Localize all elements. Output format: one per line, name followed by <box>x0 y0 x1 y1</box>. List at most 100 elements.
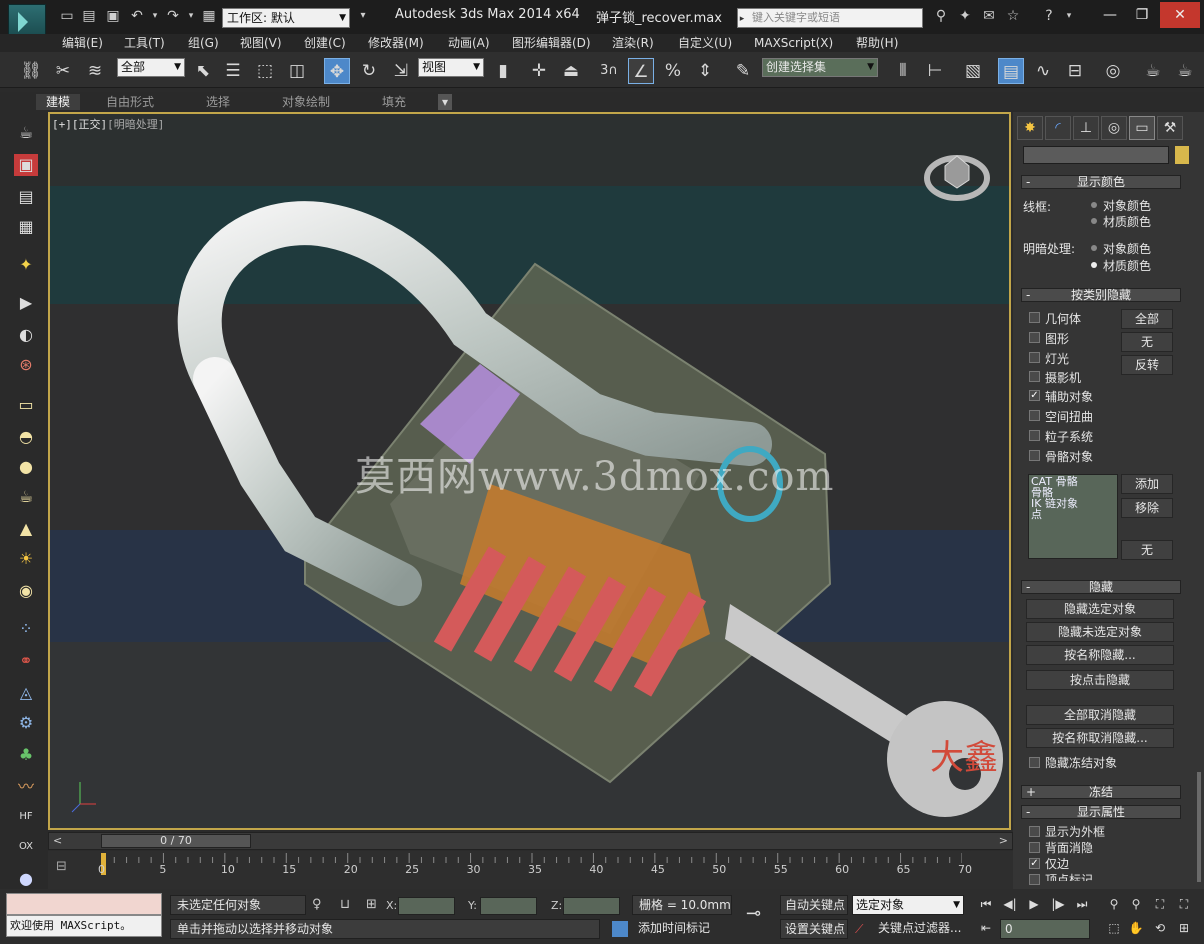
list-icon[interactable]: ▤ <box>14 186 38 208</box>
add-button[interactable]: 添加 <box>1121 474 1173 494</box>
maxscript-input[interactable] <box>6 893 162 915</box>
wireframe-material-radio[interactable] <box>1091 218 1097 224</box>
rollout-hide[interactable]: - 隐藏 <box>1021 580 1181 594</box>
tab-populate[interactable]: 填充 <box>382 94 406 110</box>
play-icon[interactable]: ▶ <box>1024 895 1044 913</box>
pivot-center-icon[interactable]: ▮ <box>490 58 516 84</box>
save-file-icon[interactable]: ▣ <box>104 8 122 24</box>
tab-selection[interactable]: 选择 <box>206 94 230 110</box>
menu-tools[interactable]: 工具(T) <box>124 34 165 52</box>
film-icon[interactable]: ⊛ <box>14 354 38 376</box>
ox-icon[interactable]: OX <box>14 836 38 858</box>
object-color-swatch[interactable] <box>1175 146 1189 164</box>
zoom-region-icon[interactable]: ⬚ <box>1104 919 1124 937</box>
teapot-shape-icon[interactable]: ☕ <box>14 486 38 508</box>
time-slider-next-icon[interactable]: > <box>999 834 1008 847</box>
list-item[interactable]: 点 <box>1031 509 1115 520</box>
window-crossing-icon[interactable]: ◫ <box>284 58 310 84</box>
snaps-toggle-icon[interactable]: 3∩ <box>596 58 622 84</box>
prev-frame-icon[interactable]: ◀| <box>1000 895 1020 913</box>
shaded-object-radio[interactable] <box>1091 245 1097 251</box>
go-to-end-icon[interactable]: ⏭ <box>1072 895 1092 913</box>
hide-by-hit-button[interactable]: 按点击隐藏 <box>1026 670 1174 690</box>
menu-create[interactable]: 创建(C) <box>304 34 346 52</box>
sphere-half-icon[interactable]: ◐ <box>14 324 38 346</box>
communication-icon[interactable]: ✉ <box>980 8 998 24</box>
undo-icon[interactable]: ↶ <box>128 8 146 24</box>
add-time-tag-button[interactable]: 添加时间标记 <box>632 919 732 939</box>
rollout-freeze[interactable]: + 冻结 <box>1021 785 1181 799</box>
set-key-button[interactable]: 设置关键点 <box>780 919 848 939</box>
checkbox-shapes[interactable] <box>1029 332 1040 343</box>
time-slider-prev-icon[interactable]: < <box>53 834 62 847</box>
time-slider[interactable]: 0 / 70 <box>101 834 251 848</box>
selection-filter-select[interactable]: 全部 ▼ <box>117 58 185 77</box>
keyboard-shortcut-icon[interactable]: ⏏ <box>558 58 584 84</box>
plant-icon[interactable]: ♣ <box>14 744 38 766</box>
track-bar[interactable]: ⊟ 0 5 10 15 20 25 30 35 40 45 50 55 60 65 70 <box>48 851 1013 889</box>
help-dropdown-icon[interactable]: ▾ <box>1060 8 1078 24</box>
grid-icon[interactable]: ▦ <box>14 216 38 238</box>
hide-by-name-button[interactable]: 按名称隐藏... <box>1026 645 1174 665</box>
unlink-icon[interactable]: ✂ <box>50 58 76 84</box>
key-mode-toggle-icon[interactable]: ⇤ <box>976 919 996 937</box>
schematic-view-icon[interactable]: ⊟ <box>1062 58 1088 84</box>
zoom-all-icon[interactable]: ⚲ <box>1126 895 1146 913</box>
z-coordinate-field[interactable] <box>563 897 620 915</box>
rect-selection-icon[interactable]: ⬚ <box>252 58 278 84</box>
camera-icon[interactable]: ▶ <box>14 292 38 314</box>
select-move-icon[interactable]: ✥ <box>324 58 350 84</box>
tab-modeling[interactable]: 建模 <box>36 94 81 110</box>
scene-explorer-icon[interactable]: ▤ <box>998 58 1024 84</box>
go-to-start-icon[interactable]: ⏮ <box>976 895 996 913</box>
checkbox-hide-frozen[interactable] <box>1029 757 1040 768</box>
checkbox-vertex-ticks[interactable] <box>1029 874 1040 885</box>
checkbox-cameras[interactable] <box>1029 371 1040 382</box>
invert-button[interactable]: 反转 <box>1121 355 1173 375</box>
tab-freeform[interactable]: 自由形式 <box>106 94 154 110</box>
undo-dropdown-icon[interactable]: ▾ <box>146 8 164 24</box>
auto-key-button[interactable]: 自动关键点 <box>780 895 848 915</box>
x-coordinate-field[interactable] <box>398 897 455 915</box>
new-file-icon[interactable]: ▭ <box>58 8 76 24</box>
motion-tab-icon[interactable]: ◎ <box>1101 116 1127 140</box>
search-input[interactable]: 键入关键字或短语 <box>737 8 923 28</box>
cone-icon[interactable]: ▲ <box>14 518 38 540</box>
viewport-front[interactable]: 大鑫 [+][正交][明暗处理] 莫西网www.3dmox.com <box>48 112 1011 830</box>
hierarchy-tab-icon[interactable]: ⊥ <box>1073 116 1099 140</box>
favorites-star-icon[interactable]: ☆ <box>1004 8 1022 24</box>
reference-coordinate-select[interactable]: 视图 ▼ <box>418 58 484 77</box>
menu-customize[interactable]: 自定义(U) <box>678 34 732 52</box>
menu-animation[interactable]: 动画(A) <box>448 34 490 52</box>
key-icon[interactable]: ⊸ <box>746 903 761 924</box>
curve-editor-icon[interactable]: ∿ <box>1030 58 1056 84</box>
spinner-snap-icon[interactable]: ⇕ <box>692 58 718 84</box>
align-icon[interactable]: ⊢ <box>922 58 948 84</box>
viewcube-icon[interactable] <box>923 146 991 202</box>
menu-maxscript[interactable]: MAXScript(X) <box>754 34 833 52</box>
category-list[interactable]: CAT 骨骼 骨骼 IK 链对象 点 <box>1028 474 1118 559</box>
select-object-icon[interactable]: ⬉ <box>190 58 216 84</box>
menu-rendering[interactable]: 渲染(R) <box>612 34 654 52</box>
orbit-icon[interactable]: ⟲ <box>1150 919 1170 937</box>
render-setup-icon[interactable]: ☕ <box>1140 58 1166 84</box>
quick-access-dropdown-icon[interactable]: ▾ <box>354 8 372 24</box>
help-icon[interactable]: ? <box>1040 8 1058 24</box>
shaded-material-radio[interactable] <box>1091 262 1097 268</box>
rollout-hide-by-category[interactable]: - 按类别隐藏 <box>1021 288 1181 302</box>
rollout-display-color[interactable]: - 显示颜色 <box>1021 175 1181 189</box>
sun-icon[interactable]: ☀ <box>14 548 38 570</box>
sphere-icon[interactable]: ● <box>14 456 38 478</box>
dome-icon[interactable]: ◓ <box>14 426 38 448</box>
hair-icon[interactable]: 〰 <box>14 776 38 798</box>
mini-curve-editor-icon[interactable]: ⊟ <box>56 859 67 874</box>
menu-edit[interactable]: 编辑(E) <box>62 34 103 52</box>
time-slider-track[interactable]: < 0 / 70 > <box>48 832 1013 850</box>
current-frame-field[interactable]: 0 <box>1000 919 1090 939</box>
minimize-icon[interactable]: — <box>1096 2 1124 28</box>
checkbox-edges-only[interactable]: ✓ <box>1029 858 1040 869</box>
list-item[interactable]: IK 链对象 <box>1031 498 1115 509</box>
none-list-button[interactable]: 无 <box>1121 540 1173 560</box>
checkbox-backface-cull[interactable] <box>1029 842 1040 853</box>
shape-icon[interactable]: ◬ <box>14 682 38 704</box>
